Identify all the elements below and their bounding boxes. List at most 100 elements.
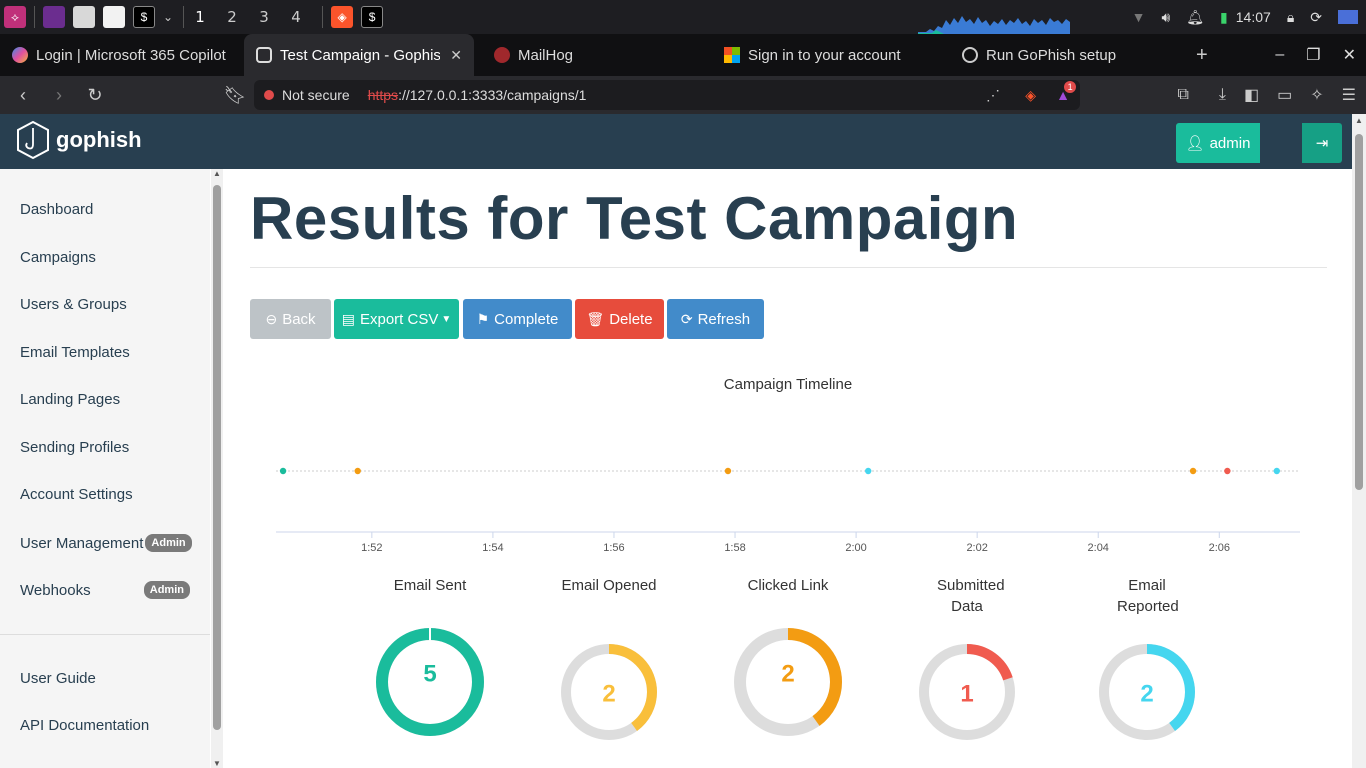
kali-menu-icon[interactable]: ⟡: [4, 6, 26, 28]
show-desktop-icon[interactable]: [1338, 10, 1358, 24]
timeline-event-point[interactable]: [1273, 467, 1280, 475]
user-icon: 👤︎: [1185, 135, 1205, 152]
wallet-icon[interactable]: ▭: [1277, 85, 1292, 105]
sidebar-item-account-settings[interactable]: Account Settings: [20, 486, 133, 503]
terminal-window-icon[interactable]: $: [361, 6, 384, 28]
page-scrollbar[interactable]: ▲: [1352, 114, 1366, 768]
notification-bell-icon[interactable]: 🔔︎: [1186, 9, 1204, 26]
terminal-icon[interactable]: $: [133, 6, 155, 28]
sidebar-item-api-documentation[interactable]: API Documentation: [20, 717, 149, 734]
brand[interactable]: gophish: [16, 120, 142, 160]
cpu-graph-icon: [918, 16, 1070, 34]
tab-sign-in[interactable]: Sign in to your account: [712, 34, 950, 76]
sidebar-item-label: Sending Profiles: [20, 439, 130, 456]
download-icon[interactable]: ⤓: [1219, 86, 1226, 104]
sidebar-item-landing-pages[interactable]: Landing Pages: [20, 391, 120, 408]
timeline-event-point[interactable]: [1189, 467, 1197, 475]
scroll-up-icon[interactable]: ▲: [213, 169, 221, 178]
os-taskbar: ⟡ $ ⌄ 1 2 3 4 ◈ $ ▼ 🔊︎ 🔔︎ ▮ 14:07 🔒︎ ⟳: [0, 0, 1366, 34]
close-tab-icon[interactable]: ✕: [450, 47, 462, 64]
sidebar-item-user-management[interactable]: User Management Admin: [20, 534, 192, 552]
sidebar-scrollbar[interactable]: ▲ ▼: [211, 169, 223, 768]
tab-test-campaign[interactable]: Test Campaign - Gophish ✕: [244, 34, 474, 76]
timeline-tick-label: 2:00: [845, 542, 866, 554]
workspace-4[interactable]: 4: [280, 8, 312, 26]
refresh-session-icon[interactable]: ⟳: [1310, 9, 1322, 26]
sidebar-scroll-thumb[interactable]: [213, 185, 221, 730]
scroll-up-icon[interactable]: ▲: [1355, 116, 1363, 125]
tab-label: Run GoPhish setup: [986, 46, 1117, 64]
tab-mailhog[interactable]: MailHog: [482, 34, 712, 76]
brave-browser-icon[interactable]: ◈: [331, 6, 354, 28]
sidebar-item-sending-profiles[interactable]: Sending Profiles: [20, 439, 129, 456]
admin-user-button[interactable]: 👤︎ admin: [1176, 123, 1260, 163]
workspace-3[interactable]: 3: [248, 8, 280, 26]
stat-donut-chart: 5: [376, 628, 484, 736]
sidebar-item-label: Account Settings: [20, 486, 133, 503]
sidebar-toggle-icon[interactable]: ◧: [1244, 85, 1259, 105]
terminal-purple-icon[interactable]: [43, 6, 65, 28]
sidebar-item-webhooks[interactable]: Webhooks Admin: [20, 581, 190, 599]
sidebar-item-label: User Guide: [20, 670, 96, 687]
timeline-event-point[interactable]: [865, 467, 872, 475]
screenshot-icon[interactable]: ⧉: [1177, 86, 1188, 104]
chevron-down-icon[interactable]: ⌄: [163, 10, 173, 24]
brave-shields-icon[interactable]: ◈: [1025, 87, 1036, 104]
refresh-button[interactable]: ⟳ Refresh: [667, 299, 764, 339]
forward-nav-icon[interactable]: ›: [44, 85, 74, 106]
delete-button[interactable]: 🗑︎ Delete: [575, 299, 664, 339]
copilot-icon: [12, 47, 28, 63]
lock-icon[interactable]: 🔒︎: [1287, 9, 1294, 26]
sidebar-item-email-templates[interactable]: Email Templates: [20, 344, 130, 361]
sidebar-item-label: Landing Pages: [20, 391, 121, 408]
share-icon[interactable]: ⋰: [986, 87, 1000, 104]
timeline-tick-label: 1:54: [482, 542, 503, 554]
wifi-icon[interactable]: ▼: [1132, 9, 1146, 25]
timeline-event-point[interactable]: [724, 467, 732, 475]
minimize-icon[interactable]: –: [1275, 46, 1284, 64]
browser-toolbar: ‹ › ↻ 🔖︎ Not secure https ://127.0.0.1:3…: [0, 76, 1366, 114]
brave-rewards-icon[interactable]: ▲ 1: [1056, 81, 1077, 103]
battery-icon[interactable]: ▮: [1220, 9, 1228, 26]
close-window-icon[interactable]: ✕: [1343, 45, 1356, 65]
arrow-circle-left-icon: ⊖: [265, 310, 278, 327]
logout-button[interactable]: ⇥: [1302, 123, 1342, 163]
volume-icon[interactable]: 🔊︎: [1161, 9, 1170, 26]
sidebar-item-campaigns[interactable]: Campaigns: [20, 249, 96, 266]
timeline-event-point[interactable]: [1224, 467, 1231, 475]
scroll-down-icon[interactable]: ▼: [213, 759, 221, 768]
sidebar-item-users-groups[interactable]: Users & Groups: [20, 296, 127, 313]
tab-run-gophish-setup[interactable]: Run GoPhish setup: [950, 34, 1180, 76]
text-editor-icon[interactable]: [103, 6, 125, 28]
sidebar-item-label: Campaigns: [20, 249, 96, 266]
rewards-badge: 1: [1064, 81, 1077, 93]
timeline-event-point[interactable]: [354, 467, 361, 475]
tab-microsoft-copilot[interactable]: Login | Microsoft 365 Copilot: [0, 34, 240, 76]
sidebar-item-dashboard[interactable]: Dashboard: [20, 201, 93, 218]
clock[interactable]: 14:07: [1236, 9, 1271, 25]
leo-ai-icon[interactable]: ✧: [1310, 85, 1323, 105]
maximize-icon[interactable]: ❐: [1306, 45, 1320, 65]
gophish-hexagon-icon: [256, 47, 272, 63]
workspace-1[interactable]: 1: [184, 8, 216, 26]
window-controls: – ❐ ✕: [1253, 34, 1356, 76]
sidebar-item-user-guide[interactable]: User Guide: [20, 670, 96, 687]
admin-user-label: admin: [1209, 134, 1251, 152]
timeline-tick-label: 2:02: [966, 542, 987, 554]
warning-dot-icon: [264, 90, 274, 100]
export-csv-button[interactable]: ▤ Export CSV ▼: [334, 299, 459, 339]
complete-button[interactable]: ⚑ Complete: [463, 299, 572, 339]
new-tab-button[interactable]: +: [1196, 44, 1208, 67]
page-scroll-thumb[interactable]: [1355, 134, 1363, 490]
timeline-event-point[interactable]: [279, 467, 287, 475]
donut-value-label: 2: [1140, 681, 1153, 708]
file-manager-icon[interactable]: [73, 6, 95, 28]
not-secure-label[interactable]: Not secure: [282, 87, 350, 103]
back-button[interactable]: ⊖ Back: [250, 299, 331, 339]
workspace-2[interactable]: 2: [216, 8, 248, 26]
back-nav-icon[interactable]: ‹: [8, 85, 38, 106]
menu-hamburger-icon[interactable]: ☰: [1342, 85, 1356, 105]
reload-icon[interactable]: ↻: [80, 85, 110, 106]
bookmark-icon[interactable]: 🔖︎: [220, 85, 250, 106]
url-bar[interactable]: Not secure https ://127.0.0.1:3333/campa…: [254, 80, 1080, 110]
